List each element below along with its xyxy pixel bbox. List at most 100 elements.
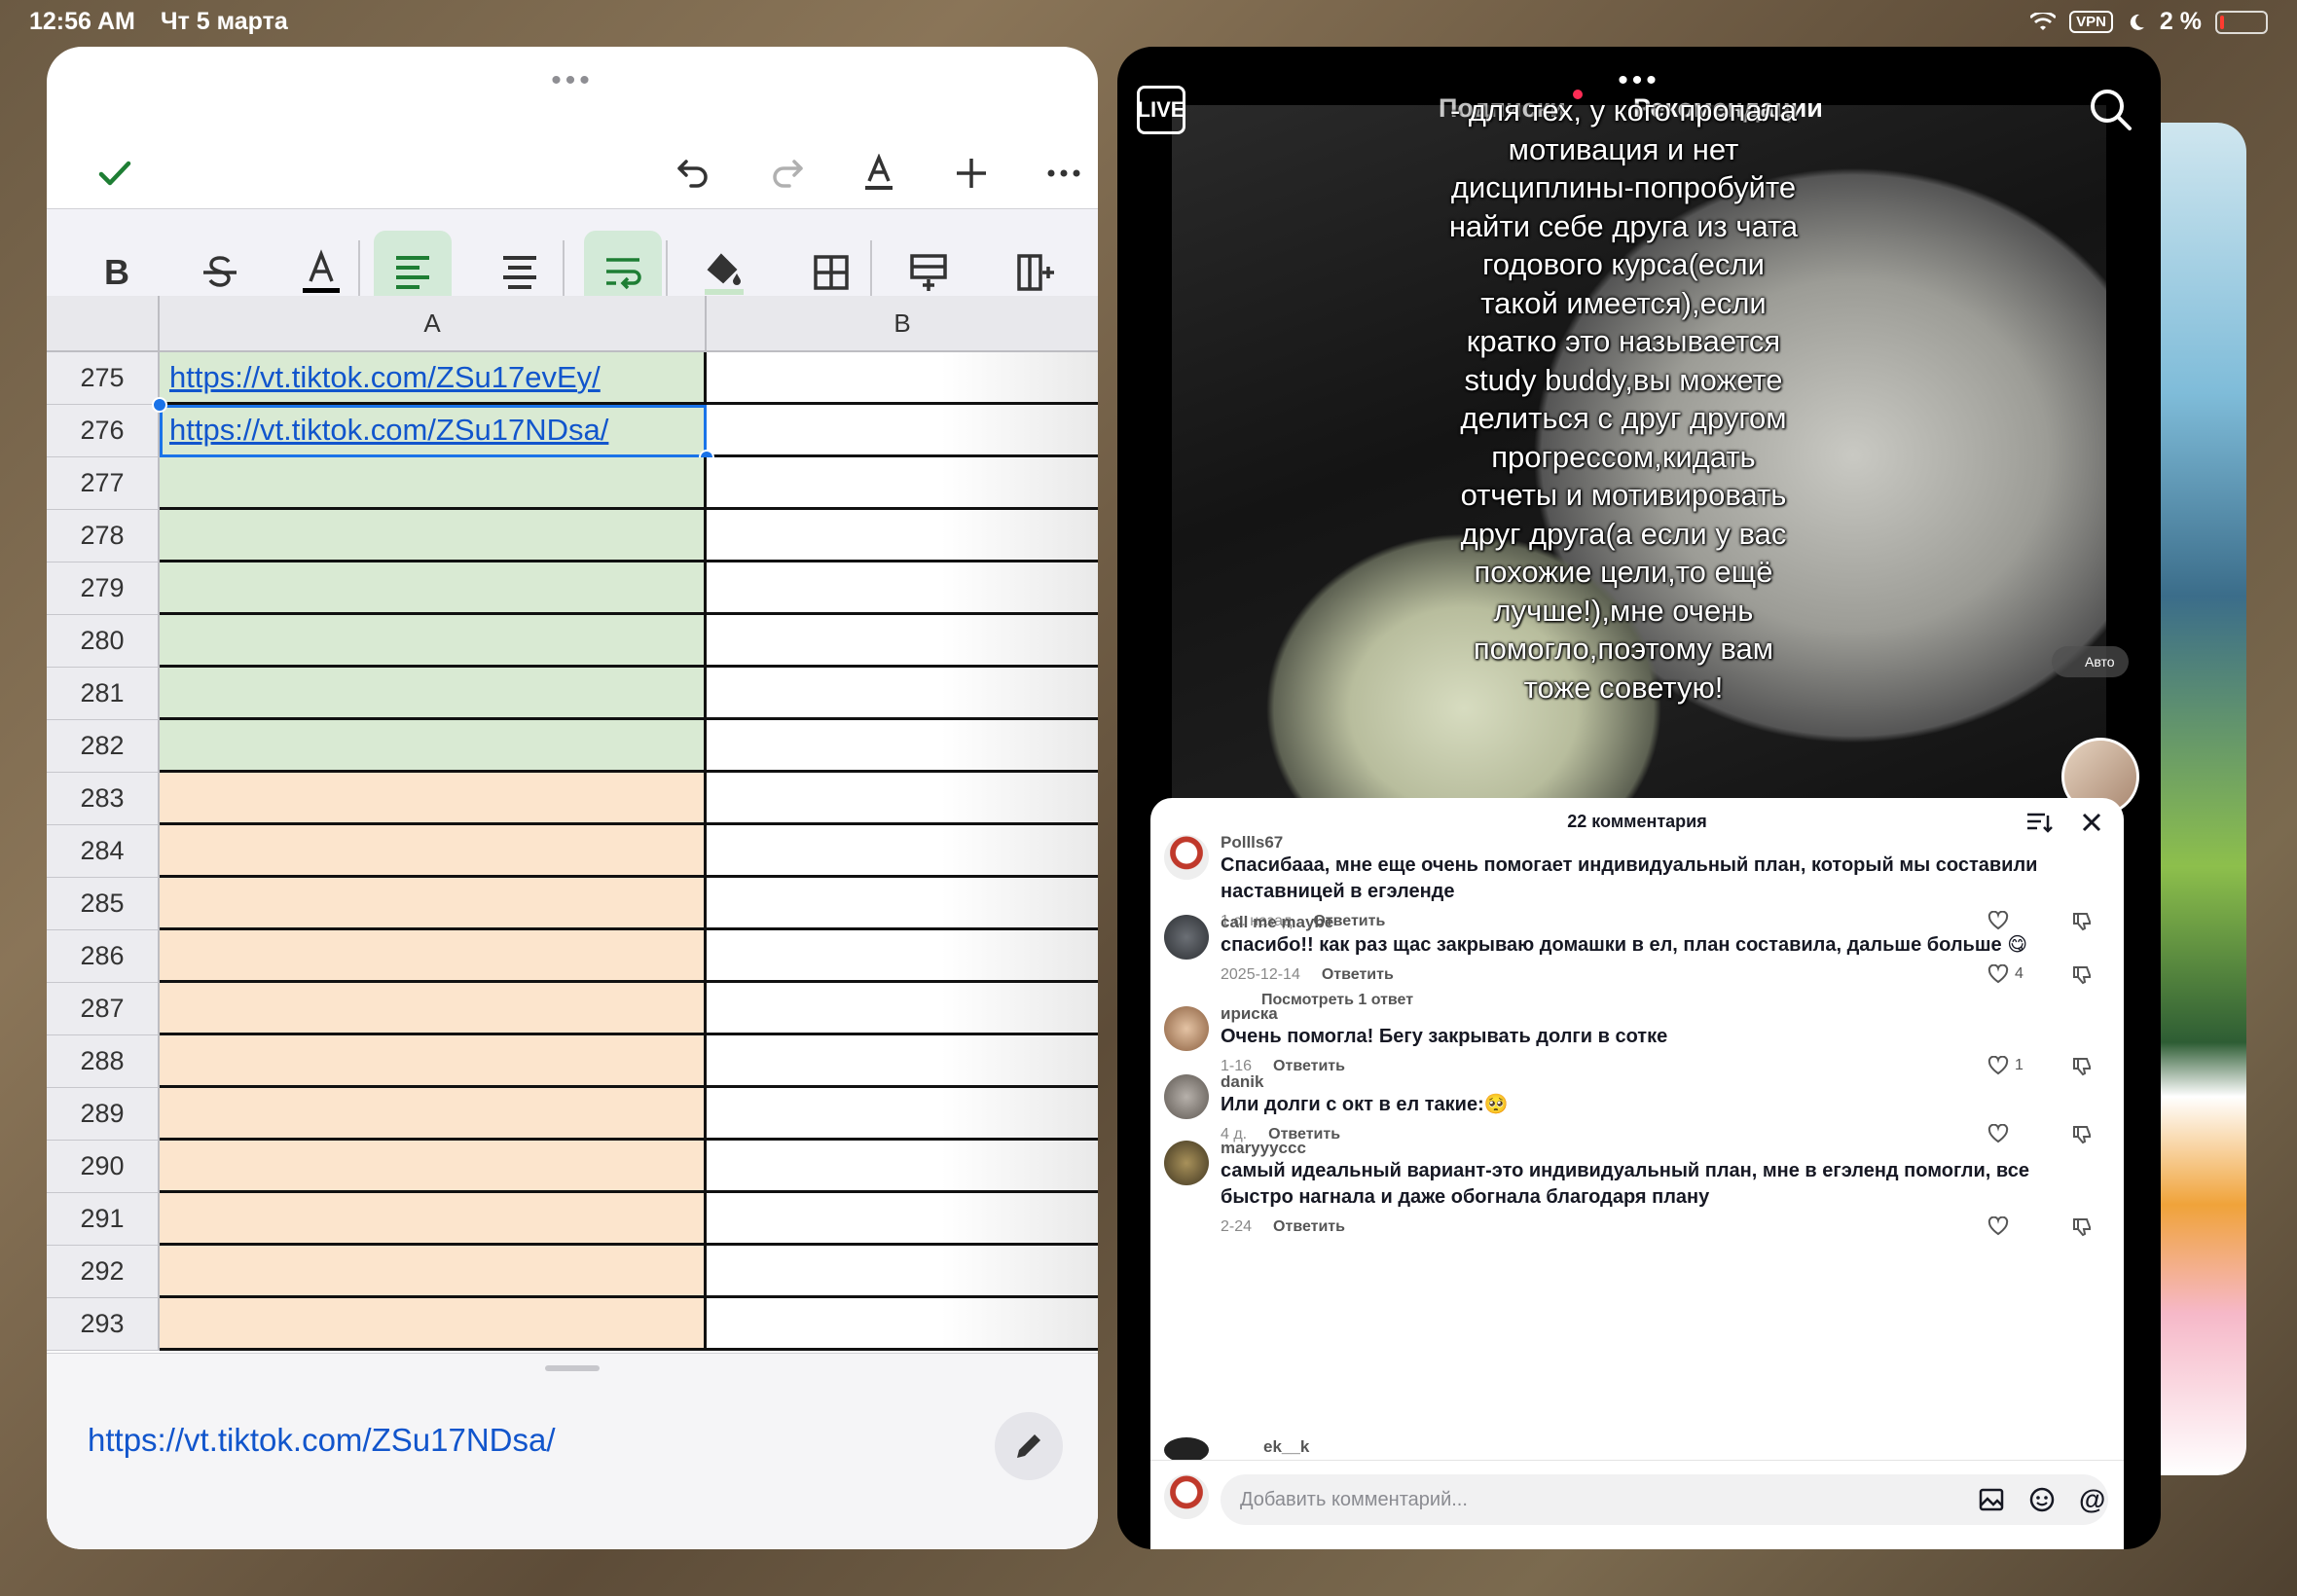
row-number[interactable]: 282 xyxy=(47,720,160,773)
row-number[interactable]: 280 xyxy=(47,615,160,668)
reply-button[interactable]: Ответить xyxy=(1273,1218,1345,1236)
attach-image-button[interactable] xyxy=(1978,1486,2005,1518)
cell-b[interactable] xyxy=(707,405,1098,457)
row-number[interactable]: 284 xyxy=(47,825,160,878)
comment-username[interactable]: Pollls67 xyxy=(1221,833,1283,852)
sort-comments-button[interactable] xyxy=(2024,808,2054,837)
cell-b[interactable] xyxy=(707,562,1098,615)
row-number[interactable]: 292 xyxy=(47,1246,160,1298)
own-avatar[interactable] xyxy=(1164,1474,1209,1519)
cell-b[interactable] xyxy=(707,825,1098,878)
more-options-button[interactable] xyxy=(1035,144,1093,202)
cell-a[interactable] xyxy=(160,562,707,615)
row-number[interactable]: 285 xyxy=(47,878,160,930)
row-number[interactable]: 276 xyxy=(47,405,160,457)
cell-link[interactable]: https://vt.tiktok.com/ZSu17NDsa/ xyxy=(169,413,608,448)
selection-handle-start[interactable] xyxy=(152,397,167,413)
row-number[interactable]: 288 xyxy=(47,1035,160,1088)
row-number[interactable]: 293 xyxy=(47,1298,160,1351)
cell-a[interactable] xyxy=(160,1246,707,1298)
cell-b[interactable] xyxy=(707,1298,1098,1351)
cell-link[interactable]: https://vt.tiktok.com/ZSu17evEy/ xyxy=(169,360,601,395)
cell-b[interactable] xyxy=(707,668,1098,720)
reply-button[interactable]: Ответить xyxy=(1322,966,1394,984)
cell-a[interactable] xyxy=(160,615,707,668)
cell-b[interactable] xyxy=(707,1035,1098,1088)
select-all-corner[interactable] xyxy=(47,296,160,352)
panel-handle[interactable] xyxy=(545,1365,600,1371)
comment-username[interactable]: danik xyxy=(1221,1072,1263,1092)
dislike-button[interactable] xyxy=(2071,1216,2093,1243)
cell-b[interactable] xyxy=(707,1193,1098,1246)
cell-a[interactable] xyxy=(160,983,707,1035)
undo-button[interactable] xyxy=(665,144,723,202)
row-number[interactable]: 283 xyxy=(47,773,160,825)
like-button[interactable]: 1 xyxy=(1987,1056,2024,1075)
dislike-button[interactable] xyxy=(2071,1056,2093,1082)
dislike-button[interactable] xyxy=(2071,964,2093,991)
cell-a[interactable] xyxy=(160,1035,707,1088)
like-button[interactable]: 4 xyxy=(1987,964,2024,984)
like-button[interactable] xyxy=(1987,1216,2015,1236)
row-number[interactable]: 277 xyxy=(47,457,160,510)
window-grabber[interactable]: ••• xyxy=(551,64,594,97)
cell-b[interactable] xyxy=(707,510,1098,562)
view-replies-button[interactable]: Посмотреть 1 ответ xyxy=(1261,992,1413,1009)
comment-username[interactable]: maryyyccc xyxy=(1221,1139,1306,1158)
cell-b[interactable] xyxy=(707,457,1098,510)
cell-a[interactable] xyxy=(160,668,707,720)
comment-username[interactable]: ek__k xyxy=(1263,1437,1309,1457)
cell-a[interactable] xyxy=(160,825,707,878)
cell-a[interactable]: https://vt.tiktok.com/ZSu17evEy/ xyxy=(160,352,707,405)
close-comments-button[interactable] xyxy=(2077,808,2106,837)
cell-b[interactable] xyxy=(707,352,1098,405)
like-button[interactable] xyxy=(1987,911,2015,930)
cell-edit-value[interactable]: https://vt.tiktok.com/ZSu17NDsa/ xyxy=(88,1422,556,1459)
cell-a[interactable] xyxy=(160,720,707,773)
live-button[interactable]: LIVE xyxy=(1137,86,1185,134)
cell-b[interactable] xyxy=(707,930,1098,983)
dislike-button[interactable] xyxy=(2071,1124,2093,1150)
comment-username[interactable]: call me maybe xyxy=(1221,913,1333,932)
cell-b[interactable] xyxy=(707,878,1098,930)
search-button[interactable] xyxy=(2087,86,2135,134)
avatar[interactable] xyxy=(1164,915,1209,960)
row-number[interactable]: 291 xyxy=(47,1193,160,1246)
row-number[interactable]: 290 xyxy=(47,1141,160,1193)
text-format-button[interactable] xyxy=(850,144,908,202)
avatar[interactable] xyxy=(1164,1074,1209,1119)
reply-button[interactable]: Ответить xyxy=(1273,1058,1345,1075)
row-number[interactable]: 281 xyxy=(47,668,160,720)
emoji-button[interactable] xyxy=(2028,1486,2056,1518)
cell-a[interactable] xyxy=(160,1298,707,1351)
column-header-a[interactable]: A xyxy=(160,296,707,352)
cell-b[interactable] xyxy=(707,615,1098,668)
cell-b[interactable] xyxy=(707,720,1098,773)
row-number[interactable]: 289 xyxy=(47,1088,160,1141)
done-check-button[interactable] xyxy=(86,144,144,202)
row-number[interactable]: 278 xyxy=(47,510,160,562)
cell-a[interactable] xyxy=(160,773,707,825)
redo-button[interactable] xyxy=(757,144,816,202)
auto-scroll-toggle[interactable]: Авто xyxy=(2052,646,2129,677)
comment-input[interactable]: Добавить комментарий... xyxy=(1221,1474,2108,1525)
cell-a[interactable]: https://vt.tiktok.com/ZSu17NDsa/ xyxy=(160,405,707,457)
cell-a[interactable] xyxy=(160,1088,707,1141)
cell-a[interactable] xyxy=(160,1193,707,1246)
row-number[interactable]: 275 xyxy=(47,352,160,405)
avatar[interactable] xyxy=(1164,1006,1209,1051)
cell-a[interactable] xyxy=(160,878,707,930)
cell-a[interactable] xyxy=(160,457,707,510)
insert-button[interactable] xyxy=(942,144,1001,202)
avatar[interactable] xyxy=(1164,1141,1209,1185)
comment-username[interactable]: ириска xyxy=(1221,1004,1278,1024)
column-header-b[interactable]: B xyxy=(707,296,1098,352)
cell-b[interactable] xyxy=(707,1088,1098,1141)
cell-b[interactable] xyxy=(707,1246,1098,1298)
edit-cell-button[interactable] xyxy=(995,1412,1063,1480)
avatar[interactable] xyxy=(1164,835,1209,880)
cell-a[interactable] xyxy=(160,930,707,983)
cell-b[interactable] xyxy=(707,773,1098,825)
mention-button[interactable]: @ xyxy=(2079,1484,2105,1515)
row-number[interactable]: 287 xyxy=(47,983,160,1035)
